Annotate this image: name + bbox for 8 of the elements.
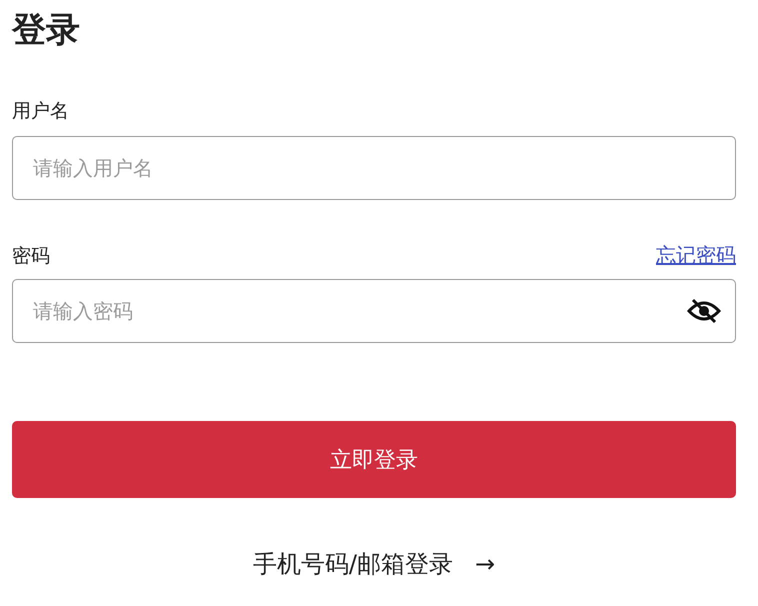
eye-slash-icon[interactable]: [687, 298, 721, 324]
login-button[interactable]: 立即登录: [12, 421, 736, 498]
field-label: 密码: [12, 244, 50, 268]
arrow-icon[interactable]: →: [474, 550, 496, 578]
forgot-password-link[interactable]: 忘记密码: [656, 242, 736, 269]
alt-login-link[interactable]: 手机号码/邮箱登录: [252, 548, 453, 580]
field-label: 用户名: [12, 99, 70, 124]
page-title: 登录: [12, 9, 80, 52]
